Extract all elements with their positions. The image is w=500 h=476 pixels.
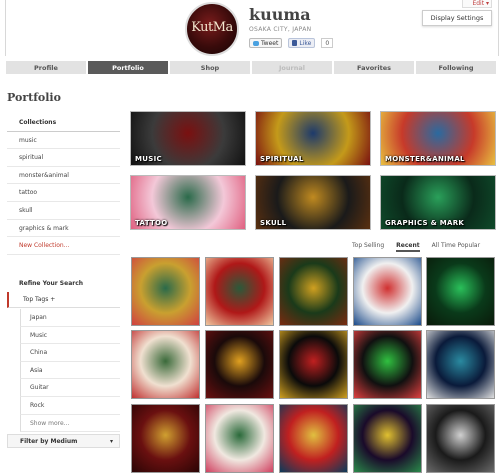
tab-journal[interactable]: Journal bbox=[252, 61, 332, 74]
tab-favorites[interactable]: Favorites bbox=[334, 61, 414, 74]
sort-tabs: Top Selling Recent All Time Popular bbox=[352, 240, 494, 252]
tab-profile[interactable]: Profile bbox=[6, 61, 86, 74]
collection-tile[interactable]: SPIRITUAL bbox=[255, 111, 371, 166]
sidebar-item-music[interactable]: music bbox=[7, 132, 120, 150]
filter-by-medium-dropdown[interactable]: Filter by Medium ▾ bbox=[7, 434, 120, 448]
tag-item-asia[interactable]: Asia bbox=[20, 361, 120, 380]
header-right-rule bbox=[498, 0, 499, 56]
sort-top-selling[interactable]: Top Selling bbox=[352, 240, 384, 252]
tag-item-china[interactable]: China bbox=[20, 344, 120, 362]
collection-tile-label: SKULL bbox=[260, 219, 287, 227]
artwork-thumbnail[interactable] bbox=[426, 257, 495, 326]
tag-item-rock[interactable]: Rock bbox=[20, 396, 120, 415]
tab-shop[interactable]: Shop bbox=[170, 61, 250, 74]
like-count: 0 bbox=[321, 38, 334, 48]
collection-tile-label: TATTOO bbox=[135, 219, 168, 227]
collections-heading: Collections bbox=[7, 114, 120, 132]
tab-following[interactable]: Following bbox=[416, 61, 496, 74]
sidebar-item-graphics-mark[interactable]: graphics & mark bbox=[7, 220, 120, 238]
tweet-label: Tweet bbox=[261, 39, 279, 47]
collection-tile[interactable]: MUSIC bbox=[130, 111, 246, 166]
profile-tabs: Profile Portfolio Shop Journal Favorites… bbox=[6, 61, 496, 74]
collection-tile[interactable]: TATTOO bbox=[130, 175, 246, 230]
artwork-thumbnail[interactable] bbox=[131, 257, 200, 326]
edit-button[interactable]: Edit ▾ bbox=[462, 0, 492, 8]
username[interactable]: kuuma bbox=[249, 5, 311, 24]
collection-tile[interactable]: MONSTER&ANIMAL bbox=[380, 111, 496, 166]
new-collection-link[interactable]: New Collection... bbox=[7, 237, 120, 255]
artwork-thumbnail[interactable] bbox=[353, 330, 422, 399]
artwork-thumbnail[interactable] bbox=[205, 330, 274, 399]
avatar[interactable]: KutMa bbox=[185, 2, 239, 56]
like-label: Like bbox=[299, 39, 312, 47]
artwork-thumbnail[interactable] bbox=[131, 330, 200, 399]
collection-tile[interactable]: SKULL bbox=[255, 175, 371, 230]
display-settings-button[interactable]: Display Settings bbox=[422, 10, 492, 26]
artwork-thumbnail[interactable] bbox=[205, 404, 274, 473]
collection-tile-label: GRAPHICS & MARK bbox=[385, 219, 465, 227]
tab-portfolio[interactable]: Portfolio bbox=[88, 61, 168, 74]
artwork-thumbnail[interactable] bbox=[279, 330, 348, 399]
like-button[interactable]: Like bbox=[288, 38, 316, 48]
artwork-thumbnail[interactable] bbox=[426, 404, 495, 473]
page-title: Portfolio bbox=[7, 91, 61, 104]
tag-item-music[interactable]: Music bbox=[20, 326, 120, 345]
sidebar-item-tattoo[interactable]: tattoo bbox=[7, 184, 120, 202]
profile-header: KutMa kuuma OSAKA CITY, JAPAN Tweet Like… bbox=[0, 0, 500, 58]
header-left-rule bbox=[5, 0, 6, 56]
tag-item-guitar[interactable]: Guitar bbox=[20, 379, 120, 397]
twitter-icon bbox=[253, 40, 259, 46]
artwork-thumbnail[interactable] bbox=[205, 257, 274, 326]
user-location: OSAKA CITY, JAPAN bbox=[249, 26, 312, 33]
collection-tile-label: MONSTER&ANIMAL bbox=[385, 155, 465, 163]
top-tags-toggle[interactable]: Top Tags + bbox=[7, 292, 120, 308]
sidebar-item-monster-animal[interactable]: monster&animal bbox=[7, 167, 120, 185]
facebook-icon bbox=[292, 40, 298, 46]
artwork-thumbnail[interactable] bbox=[426, 330, 495, 399]
tag-list: Japan Music China Asia Guitar Rock Show … bbox=[20, 309, 120, 433]
collections-sidebar: Collections music spiritual monster&anim… bbox=[7, 114, 120, 255]
artwork-thumbnail[interactable] bbox=[279, 404, 348, 473]
refine-heading: Refine Your Search bbox=[19, 280, 84, 287]
sidebar-item-spiritual[interactable]: spiritual bbox=[7, 149, 120, 167]
tag-item-japan[interactable]: Japan bbox=[20, 309, 120, 327]
filter-label: Filter by Medium bbox=[20, 437, 78, 445]
sidebar-item-skull[interactable]: skull bbox=[7, 202, 120, 220]
collection-tile-label: SPIRITUAL bbox=[260, 155, 304, 163]
sort-recent[interactable]: Recent bbox=[396, 240, 420, 252]
collection-tile[interactable]: GRAPHICS & MARK bbox=[380, 175, 496, 230]
social-buttons: Tweet Like 0 bbox=[249, 38, 334, 48]
chevron-down-icon: ▾ bbox=[109, 437, 113, 445]
tweet-button[interactable]: Tweet bbox=[249, 38, 283, 48]
artwork-thumbnail[interactable] bbox=[131, 404, 200, 473]
collection-tile-label: MUSIC bbox=[135, 155, 162, 163]
sort-all-time-popular[interactable]: All Time Popular bbox=[432, 240, 480, 252]
show-more-link[interactable]: Show more... bbox=[20, 414, 120, 433]
page-root: KutMa kuuma OSAKA CITY, JAPAN Tweet Like… bbox=[0, 0, 500, 476]
artwork-thumbnail[interactable] bbox=[353, 404, 422, 473]
artwork-thumbnail[interactable] bbox=[279, 257, 348, 326]
artwork-thumbnail[interactable] bbox=[353, 257, 422, 326]
avatar-text: KutMa bbox=[191, 20, 233, 35]
